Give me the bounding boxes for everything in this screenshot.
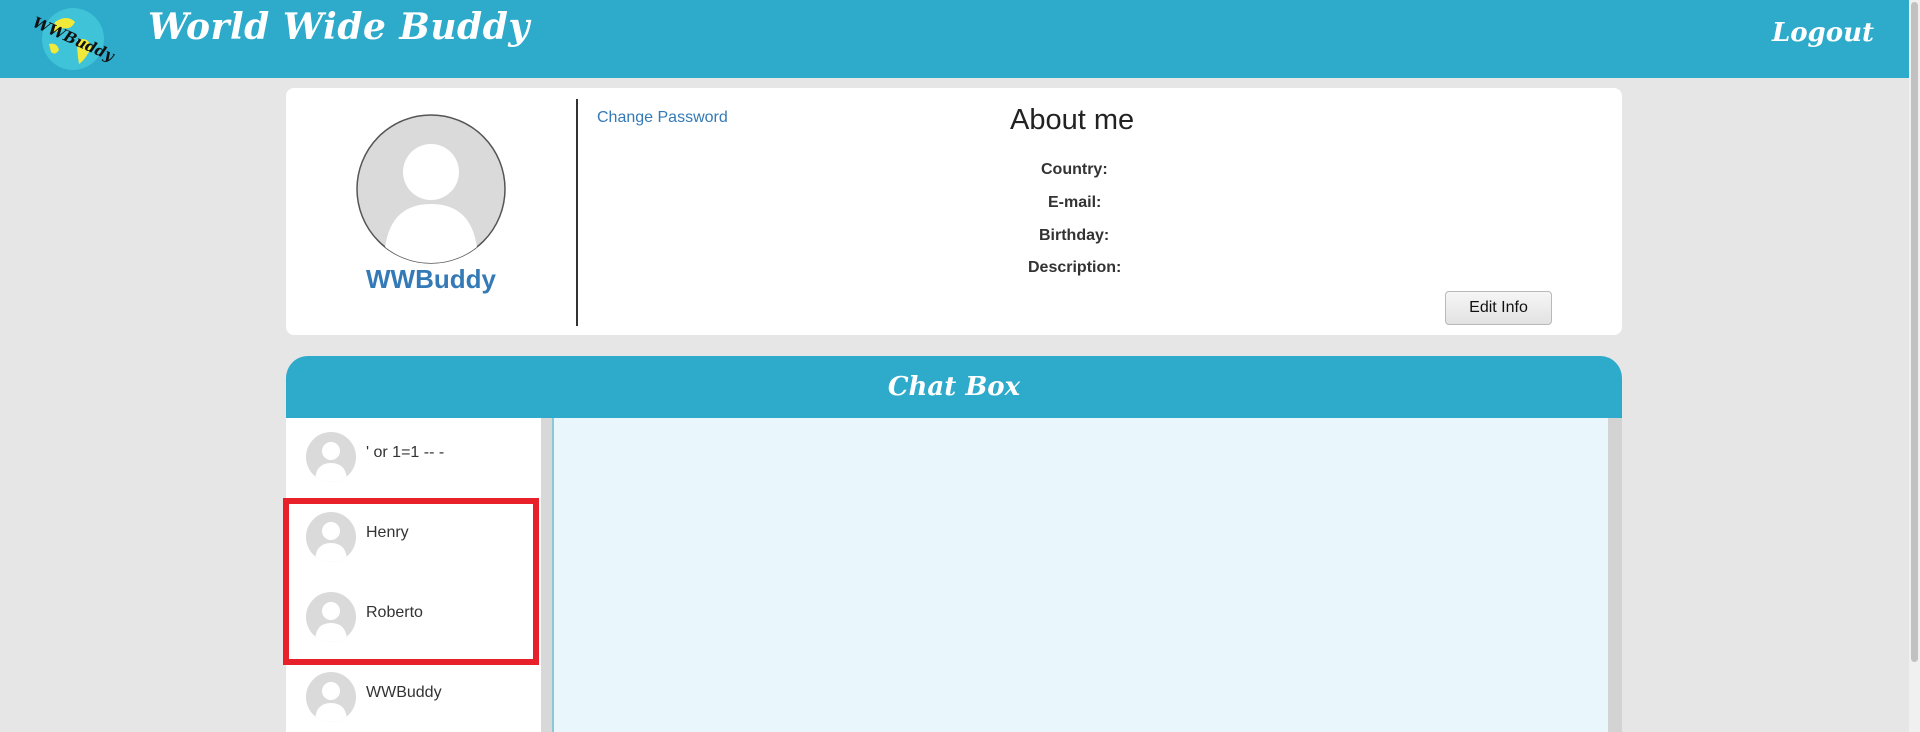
page-scrollbar-thumb[interactable] bbox=[1911, 2, 1918, 662]
change-password-link[interactable]: Change Password bbox=[597, 109, 728, 127]
email-label: E-mail: bbox=[1048, 194, 1102, 211]
page-scrollbar[interactable] bbox=[1909, 0, 1920, 732]
chat-box-title: Chat Box bbox=[286, 356, 1622, 418]
user-list-scrollbar[interactable] bbox=[541, 418, 552, 732]
chat-user-item[interactable]: ' or 1=1 -- - bbox=[286, 418, 541, 498]
globe-logo-icon[interactable]: WWBuddy bbox=[27, 4, 119, 72]
chat-user-name: WWBuddy bbox=[366, 684, 442, 701]
about-me-heading: About me bbox=[1010, 104, 1135, 136]
chat-user-item[interactable]: Henry bbox=[286, 498, 541, 578]
site-title: World Wide Buddy bbox=[148, 6, 530, 48]
country-label: Country: bbox=[1041, 161, 1108, 178]
logout-link[interactable]: Logout bbox=[1772, 18, 1874, 48]
user-avatar-icon bbox=[306, 432, 356, 482]
profile-username: WWBuddy bbox=[366, 264, 496, 294]
chat-box: Chat Box ' or 1=1 -- - Henry Roberto WWB… bbox=[286, 356, 1622, 732]
user-avatar-icon bbox=[306, 592, 356, 642]
chat-user-item[interactable]: Roberto bbox=[286, 578, 541, 658]
chat-user-name: Roberto bbox=[366, 604, 423, 621]
birthday-label: Birthday: bbox=[1039, 227, 1110, 244]
profile-divider bbox=[576, 99, 578, 326]
chat-user-name: ' or 1=1 -- - bbox=[366, 444, 445, 461]
edit-info-button[interactable]: Edit Info bbox=[1445, 291, 1552, 325]
chat-user-name: Henry bbox=[366, 524, 409, 541]
user-avatar-icon bbox=[306, 512, 356, 562]
top-header: WWBuddy World Wide Buddy Logout bbox=[0, 0, 1909, 78]
description-label: Description: bbox=[1028, 259, 1122, 276]
user-avatar-icon bbox=[306, 672, 356, 722]
chat-message-area[interactable] bbox=[554, 418, 1608, 732]
chat-user-list: ' or 1=1 -- - Henry Roberto WWBuddy bbox=[286, 418, 541, 732]
profile-card: WWBuddy Change Password About me Country… bbox=[286, 88, 1622, 335]
chat-user-item[interactable]: WWBuddy bbox=[286, 658, 541, 732]
profile-avatar-icon bbox=[356, 114, 506, 264]
chat-area-scrollbar[interactable] bbox=[1608, 418, 1622, 732]
